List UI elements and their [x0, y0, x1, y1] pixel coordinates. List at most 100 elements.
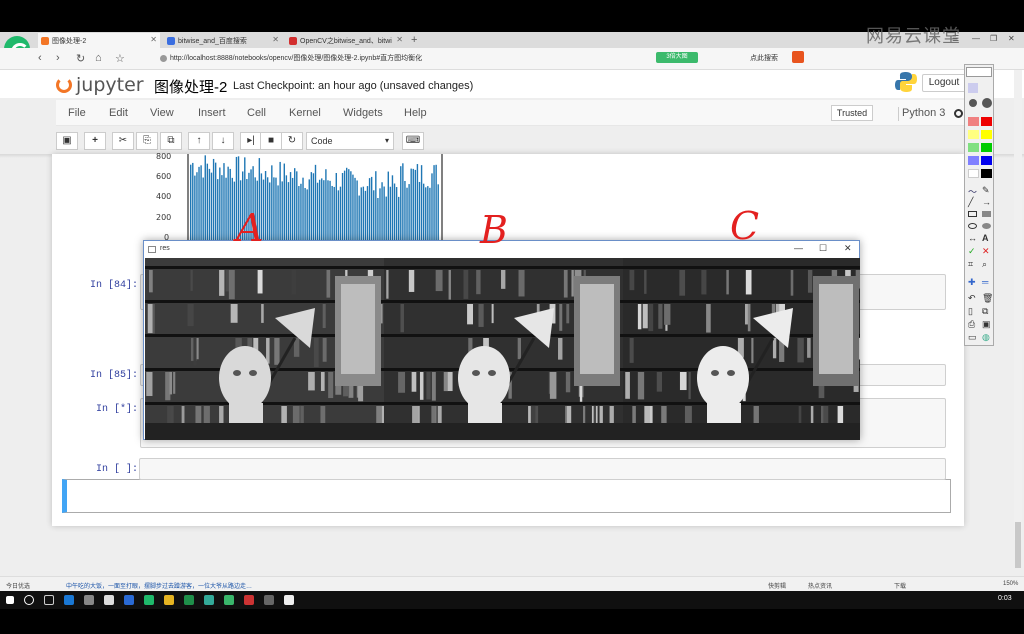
check-tool-icon[interactable]: ✓ — [968, 246, 976, 257]
close-icon[interactable]: ✕ — [844, 243, 852, 254]
minimize-icon[interactable]: — — [794, 243, 803, 253]
search-icon[interactable] — [24, 595, 34, 605]
task-view-icon[interactable] — [44, 595, 54, 605]
copy-button[interactable]: ⎘ — [136, 132, 158, 150]
undo-icon[interactable]: ↶ — [968, 293, 976, 304]
save-disk-icon[interactable]: ▣ — [982, 319, 991, 330]
dot-small-icon[interactable] — [968, 83, 978, 93]
home-icon[interactable]: ⌂ — [95, 52, 102, 64]
browser-taskbar-icon[interactable] — [144, 595, 154, 605]
cell-type-select[interactable]: Code — [306, 132, 394, 150]
add-tool-icon[interactable]: ✚ — [968, 277, 976, 288]
text-tool-icon[interactable]: A — [982, 233, 989, 243]
red-app-icon[interactable] — [244, 595, 254, 605]
menu-help[interactable]: Help — [404, 107, 427, 119]
close-tab-icon[interactable]: ✕ — [150, 35, 157, 44]
color-light-green-swatch[interactable] — [968, 143, 979, 152]
rectangle-tool-icon[interactable] — [968, 211, 977, 217]
active-code-input[interactable] — [139, 458, 946, 480]
page-scrollbar[interactable] — [1014, 70, 1022, 540]
cut-button[interactable]: ✂ — [112, 132, 134, 150]
status-download[interactable]: 下载 — [894, 581, 906, 590]
close-tab-icon[interactable]: ✕ — [272, 35, 279, 44]
color-white-swatch[interactable] — [968, 169, 979, 178]
scrollbar-thumb[interactable] — [1015, 522, 1021, 568]
status-kuaijianji[interactable]: 快剪辑 — [768, 581, 786, 590]
logout-button[interactable]: Logout — [922, 74, 966, 92]
color-green-swatch[interactable] — [981, 143, 992, 152]
start-icon[interactable] — [6, 596, 14, 604]
screen-icon[interactable]: ▭ — [968, 332, 977, 343]
menu-view[interactable]: View — [150, 107, 174, 119]
dot-large-icon[interactable] — [982, 98, 992, 108]
status-zoom[interactable]: 150% — [1003, 581, 1018, 587]
app-icon[interactable] — [124, 595, 134, 605]
restart-button[interactable]: ↻ — [281, 132, 303, 150]
pen-size-box[interactable] — [966, 67, 992, 77]
crop-tool-icon[interactable]: ⌗ — [968, 259, 973, 270]
color-black-swatch[interactable] — [981, 169, 992, 178]
ext-badge[interactable]: 3倍大图 — [656, 52, 698, 63]
minimize-icon[interactable]: — — [972, 34, 980, 43]
wechat-icon[interactable] — [224, 595, 234, 605]
back-icon[interactable]: ‹ — [38, 52, 42, 64]
forward-icon[interactable]: › — [56, 52, 60, 64]
move-down-button[interactable]: ↓ — [212, 132, 234, 150]
trusted-indicator[interactable]: Trusted — [831, 105, 873, 121]
menu-kernel[interactable]: Kernel — [289, 107, 321, 119]
print-icon[interactable]: ⎙ — [968, 319, 975, 330]
opencv-window[interactable]: res — ☐ ✕ — [143, 240, 860, 440]
color-blue-swatch[interactable] — [981, 156, 992, 165]
python-app-icon[interactable] — [264, 595, 274, 605]
cross-tool-icon[interactable]: ✕ — [982, 246, 990, 257]
color-light-yellow-swatch[interactable] — [968, 130, 979, 139]
restore-icon[interactable]: ❐ — [990, 34, 997, 43]
color-light-blue-swatch[interactable] — [968, 156, 979, 165]
sogou-icon[interactable] — [792, 51, 804, 63]
jupyter-logo[interactable]: jupyter — [56, 74, 144, 96]
menu-cell[interactable]: Cell — [247, 107, 266, 119]
address-bar[interactable]: http://localhost:8888/notebooks/opencv/图… — [160, 53, 422, 63]
new-page-icon[interactable]: ▯ — [968, 306, 973, 317]
notebook-name[interactable]: 图像处理-2 — [154, 76, 227, 97]
edge-icon[interactable] — [64, 595, 74, 605]
keyboard-button[interactable]: ⌨ — [402, 132, 424, 150]
insert-cell-button[interactable]: + — [84, 132, 106, 150]
paste-button[interactable]: ⧉ — [160, 132, 182, 150]
move-up-button[interactable]: ↑ — [188, 132, 210, 150]
dot-medium-icon[interactable] — [969, 99, 977, 107]
maximize-icon[interactable]: ☐ — [819, 243, 827, 254]
folder-icon[interactable] — [164, 595, 174, 605]
green-app-icon[interactable] — [184, 595, 194, 605]
new-tab-button[interactable]: + — [411, 34, 417, 46]
filled-rect-tool-icon[interactable] — [982, 211, 991, 217]
menu-insert[interactable]: Insert — [198, 107, 226, 119]
tab-notebook[interactable]: 图像处理-2 ✕ — [38, 33, 160, 48]
menu-file[interactable]: File — [68, 107, 86, 119]
trash-icon[interactable]: 🗑 — [982, 293, 993, 304]
color-red-swatch[interactable] — [981, 117, 992, 126]
save-button[interactable]: ▣ — [56, 132, 78, 150]
mail-icon[interactable] — [104, 595, 114, 605]
tab-baidu[interactable]: bitwise_and_百度搜索 ✕ — [164, 33, 282, 48]
teal-app-icon[interactable] — [204, 595, 214, 605]
tab-opencv[interactable]: OpenCV之bitwise_and、bitwi ✕ — [286, 33, 406, 48]
line-tool-icon[interactable]: ╱ — [968, 197, 973, 208]
run-button[interactable]: ▸| — [240, 132, 262, 150]
zoom-tool-icon[interactable]: ⌕ — [982, 259, 987, 270]
bookmark-star-icon[interactable]: ☆ — [115, 52, 125, 65]
store-icon[interactable] — [84, 595, 94, 605]
selected-cell[interactable] — [62, 479, 951, 513]
resize-tool-icon[interactable]: ↔ — [968, 233, 977, 243]
globe-icon[interactable]: ◍ — [982, 332, 990, 343]
pencil-tool-icon[interactable]: ✎ — [982, 185, 990, 196]
menu-widgets[interactable]: Widgets — [343, 107, 383, 119]
opencv-window-icon[interactable] — [284, 595, 294, 605]
status-news[interactable]: 中午吃的大饭，一面至打眼，摆脚步过去蹭游客，一位大爷从路边走… — [66, 581, 252, 590]
close-tab-icon[interactable]: ✕ — [396, 35, 403, 44]
status-hotnews[interactable]: 热点资讯 — [808, 581, 832, 590]
interrupt-button[interactable]: ■ — [260, 132, 282, 150]
color-yellow-swatch[interactable] — [981, 130, 992, 139]
status-left[interactable]: 今日优选 — [6, 581, 30, 590]
copy-page-icon[interactable]: ⧉ — [982, 306, 988, 317]
